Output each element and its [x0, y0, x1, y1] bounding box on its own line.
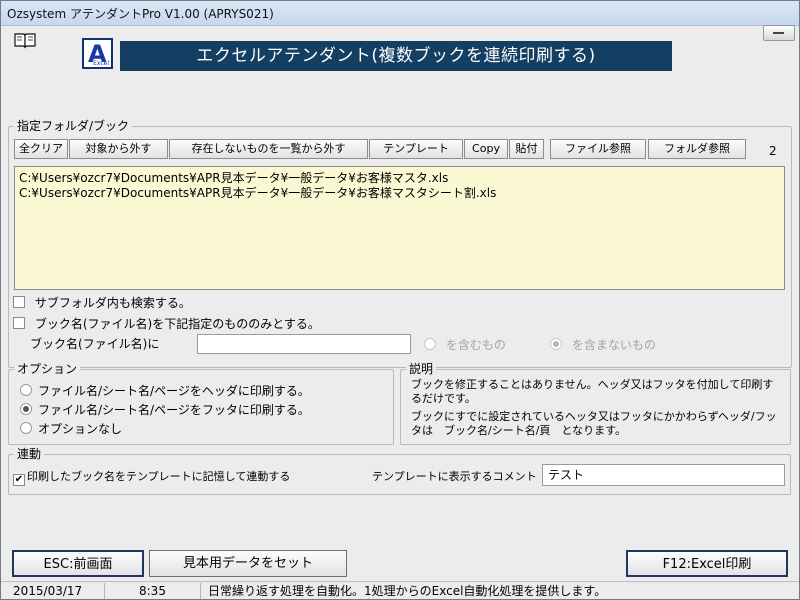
option-header[interactable]: ファイル名/シート名/ページをヘッダに印刷する。	[20, 383, 310, 399]
bookname-input[interactable]	[197, 334, 411, 354]
option-footer-label: ファイル名/シート名/ページをフッタに印刷する。	[38, 403, 310, 417]
status-bar: 2015/03/17 8:35 日常繰り返す処理を自動化。1処理からのExcel…	[1, 581, 799, 599]
logo-subtext: Excel	[93, 60, 109, 67]
description-text-1: ブックを修正することはありません。ヘッダ又はフッタを付加して印刷するだけです。	[411, 378, 774, 405]
window-title: Ozsystem アテンダントPro V1.00 (APRYS021)	[7, 7, 274, 21]
option-footer[interactable]: ファイル名/シート名/ページをフッタに印刷する。	[20, 402, 310, 418]
description-title: 説明	[406, 361, 437, 377]
option-header-label: ファイル名/シート名/ページをヘッダに印刷する。	[38, 384, 310, 398]
bookname-input-label: ブック名(ファイル名)に	[30, 337, 160, 351]
app-logo: A Excel	[82, 38, 113, 69]
app-window: Ozsystem アテンダントPro V1.00 (APRYS021) A Ex…	[0, 0, 800, 600]
link-checkbox[interactable]	[13, 474, 25, 486]
link-label: 印刷したブック名をテンプレートに記憶して連動する	[27, 470, 291, 483]
remove-missing-button[interactable]: 存在しないものを一覧から外す	[169, 139, 368, 159]
subfolder-label: サブフォルダ内も検索する。	[34, 296, 191, 310]
option-footer-radio[interactable]	[20, 403, 32, 415]
bookname-filter-checkbox[interactable]	[13, 317, 25, 329]
status-message: 日常繰り返す処理を自動化。1処理からのExcel自動化処理を提供します。	[208, 584, 607, 598]
option-header-radio[interactable]	[20, 384, 32, 396]
sample-data-button[interactable]: 見本用データをセット	[149, 550, 347, 577]
include-option[interactable]: を含むもの	[424, 337, 506, 353]
description-text-2: ブックにすでに設定されているヘッタ又はフッタにかかわらずヘッダ/フッタは ブック…	[411, 410, 777, 437]
book-icon[interactable]	[13, 31, 37, 49]
exclude-label: を含まないもの	[571, 338, 656, 352]
restore-button[interactable]	[763, 25, 795, 41]
link-title: 連動	[14, 446, 45, 462]
comment-label: テンプレートに表示するコメント	[372, 470, 537, 483]
status-date: 2015/03/17	[13, 584, 83, 598]
include-radio[interactable]	[424, 338, 436, 350]
list-item[interactable]: C:¥Users¥ozcr7¥Documents¥APR見本データ¥一般データ¥…	[19, 171, 780, 186]
file-browse-button[interactable]: ファイル参照	[550, 139, 646, 159]
list-item[interactable]: C:¥Users¥ozcr7¥Documents¥APR見本データ¥一般データ¥…	[19, 186, 780, 201]
clear-all-button[interactable]: 全クリア	[14, 139, 68, 159]
option-none-radio[interactable]	[20, 422, 32, 434]
title-bar[interactable]: Ozsystem アテンダントPro V1.00 (APRYS021)	[1, 1, 799, 26]
back-button[interactable]: ESC:前画面	[12, 550, 144, 577]
page-banner: エクセルアテンダント(複数ブックを連続印刷する)	[120, 41, 672, 71]
template-button[interactable]: テンプレート	[369, 139, 463, 159]
paste-button[interactable]: 貼付	[509, 139, 544, 159]
option-none[interactable]: オプションなし	[20, 421, 122, 437]
option-none-label: オプションなし	[38, 422, 123, 436]
folder-browse-button[interactable]: フォルダ参照	[648, 139, 746, 159]
subfolder-checkbox[interactable]	[13, 296, 25, 308]
status-time: 8:35	[139, 584, 166, 598]
subfolder-checkbox-row[interactable]: サブフォルダ内も検索する。	[13, 295, 191, 311]
bookname-filter-checkbox-row[interactable]: ブック名(ファイル名)を下記指定のもののみとする。	[13, 316, 320, 332]
comment-input[interactable]: テスト	[542, 464, 785, 486]
exclude-option[interactable]: を含まないもの	[550, 337, 656, 353]
folder-group-title: 指定フォルダ/ブック	[14, 118, 133, 134]
excel-print-button[interactable]: F12:Excel印刷	[626, 550, 788, 577]
file-count: 2	[769, 144, 777, 158]
remove-selected-button[interactable]: 対象から外す	[69, 139, 168, 159]
bookname-filter-label: ブック名(ファイル名)を下記指定のもののみとする。	[34, 317, 320, 331]
copy-button[interactable]: Copy	[464, 139, 508, 159]
exclude-radio[interactable]	[550, 338, 562, 350]
include-label: を含むもの	[445, 338, 506, 352]
file-list[interactable]: C:¥Users¥ozcr7¥Documents¥APR見本データ¥一般データ¥…	[14, 166, 785, 290]
options-title: オプション	[14, 361, 81, 377]
